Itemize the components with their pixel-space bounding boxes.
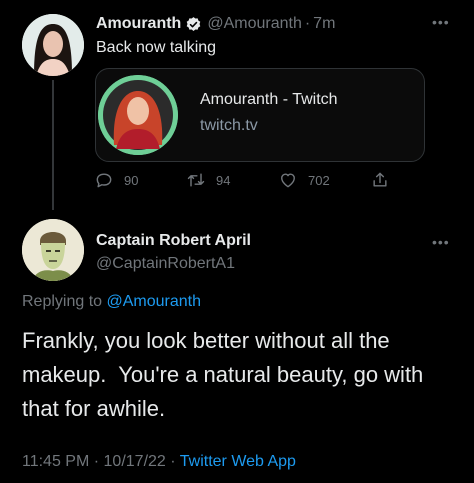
reply-icon	[96, 173, 112, 188]
tweet1-header: Amouranth @Amouranth · 7m	[96, 13, 436, 35]
tweet-source[interactable]: Twitter Web App	[180, 453, 296, 470]
tweet-date[interactable]: 10/17/22	[104, 453, 166, 470]
replying-to-line: Replying to @Amouranth	[22, 293, 201, 311]
reply-count: 90	[124, 172, 139, 188]
like-count: 702	[308, 172, 330, 188]
tweet2-author-name[interactable]: Captain Robert April	[96, 232, 251, 250]
thread-connector-line	[52, 80, 54, 210]
tweet1-actions: 90 94 702	[94, 170, 394, 192]
card-thumbnail	[98, 75, 178, 155]
card-title: Amouranth - Twitch	[200, 91, 338, 108]
verified-badge-icon	[185, 16, 202, 33]
reply-button[interactable]: 90	[94, 170, 138, 190]
retweet-icon	[187, 173, 205, 187]
tweet-time[interactable]: 7m	[313, 15, 335, 33]
tweet2-text: Frankly, you look better without all the…	[22, 328, 430, 421]
retweet-count: 94	[216, 172, 231, 188]
more-options-icon[interactable]: •••	[432, 14, 450, 30]
meta-separator: ·	[93, 453, 100, 470]
avatar-amouranth[interactable]	[22, 14, 84, 76]
more-options-icon[interactable]: •••	[432, 234, 450, 250]
heart-icon	[281, 173, 295, 188]
tweet2-meta: 11:45 PM · 10/17/22 · Twitter Web App	[22, 453, 296, 471]
link-card[interactable]: Amouranth - Twitch twitch.tv	[95, 68, 425, 162]
author-handle[interactable]: @Amouranth	[207, 15, 302, 33]
replying-to-label: Replying to	[22, 293, 103, 310]
replying-to-mention[interactable]: @Amouranth	[107, 293, 202, 310]
tweet1-text: Back now talking	[96, 39, 217, 56]
retweet-button[interactable]: 94	[186, 170, 230, 190]
meta-separator: ·	[170, 453, 176, 470]
avatar-captain-robert-april[interactable]	[22, 219, 84, 281]
header-separator: ·	[304, 15, 311, 32]
tweet-time[interactable]: 11:45 PM	[22, 453, 89, 470]
share-button[interactable]	[370, 170, 390, 190]
share-icon	[373, 172, 387, 187]
tweet2-author-handle[interactable]: @CaptainRobertA1	[96, 255, 235, 273]
author-name[interactable]: Amouranth	[96, 15, 181, 33]
like-button[interactable]: 702	[278, 170, 330, 190]
card-domain: twitch.tv	[200, 117, 258, 134]
